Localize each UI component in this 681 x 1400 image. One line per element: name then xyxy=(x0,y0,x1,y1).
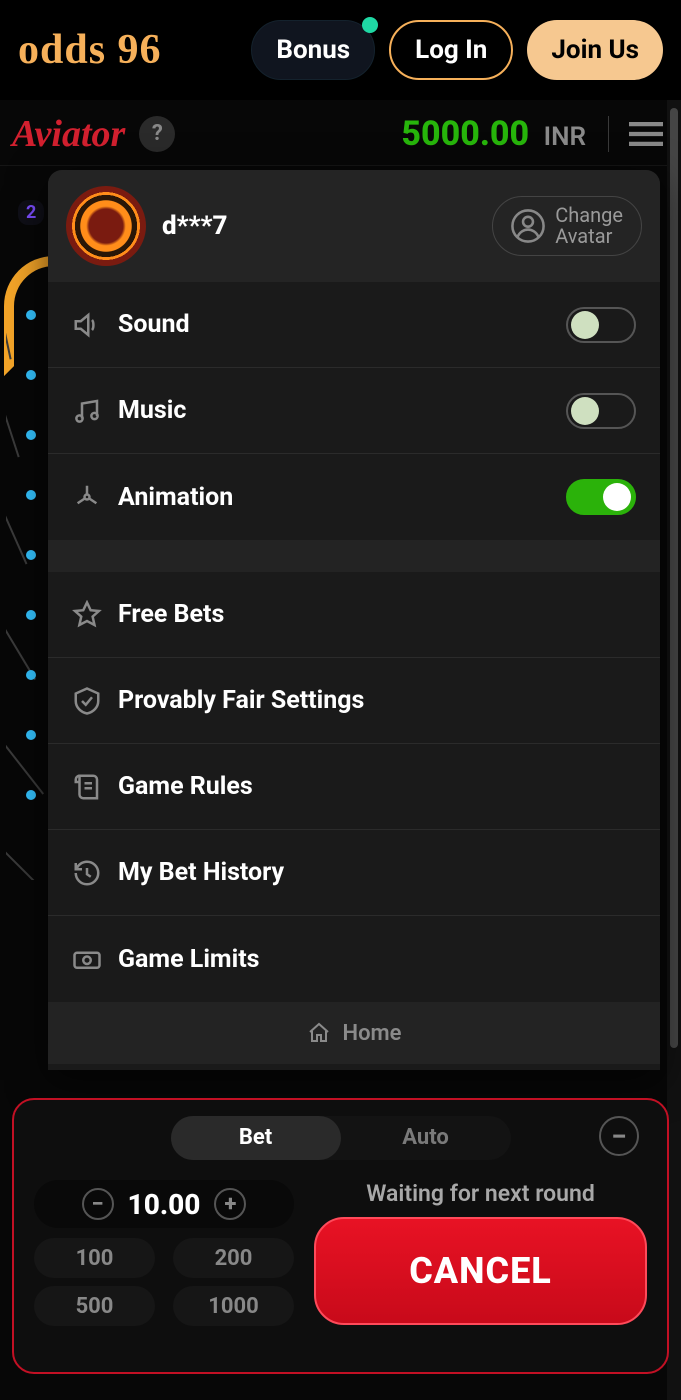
settings-section: Sound Music Animation xyxy=(48,282,660,540)
decrease-button[interactable]: − xyxy=(82,1188,114,1220)
home-button[interactable]: Home xyxy=(48,1002,660,1064)
music-icon xyxy=(72,396,102,426)
game-limits-item[interactable]: Game Limits xyxy=(48,916,660,1002)
history-icon xyxy=(72,858,102,888)
site-topbar: odds 96 Bonus Log In Join Us xyxy=(0,0,681,100)
history-chips: 2 xyxy=(18,200,44,225)
background-dots xyxy=(26,310,36,800)
section-divider xyxy=(48,540,660,572)
waiting-text: Waiting for next round xyxy=(366,1180,595,1207)
quick-amounts: 100 200 500 1000 xyxy=(34,1238,294,1326)
provably-fair-item[interactable]: Provably Fair Settings xyxy=(48,658,660,744)
sound-label: Sound xyxy=(118,310,190,339)
join-button[interactable]: Join Us xyxy=(527,20,663,80)
login-button[interactable]: Log In xyxy=(389,20,513,80)
balance-currency: INR xyxy=(544,122,586,152)
site-logo: odds 96 xyxy=(18,26,237,74)
quick-500[interactable]: 500 xyxy=(34,1286,155,1326)
collapse-button[interactable]: − xyxy=(599,1116,639,1156)
avatar xyxy=(66,186,146,266)
auto-tab[interactable]: Auto xyxy=(341,1116,511,1160)
home-label: Home xyxy=(343,1021,402,1046)
music-toggle[interactable] xyxy=(566,393,636,429)
scrollbar[interactable] xyxy=(667,100,681,1400)
change-avatar-line2: Avatar xyxy=(555,226,623,247)
music-label: Music xyxy=(118,396,186,425)
hamburger-menu-button[interactable] xyxy=(608,116,663,152)
quick-1000[interactable]: 1000 xyxy=(173,1286,294,1326)
bonus-button[interactable]: Bonus xyxy=(251,20,375,80)
sound-toggle[interactable] xyxy=(566,307,636,343)
bet-panel: Bet Auto − − 10.00 + 100 200 500 1000 Wa… xyxy=(12,1098,669,1374)
quick-200[interactable]: 200 xyxy=(173,1238,294,1278)
change-avatar-button[interactable]: Change Avatar xyxy=(492,196,642,256)
cash-icon xyxy=(72,944,102,974)
game-header: Aviator ? 5000.00 INR xyxy=(0,100,681,166)
menu-section: Free Bets Provably Fair Settings Game Ru… xyxy=(48,572,660,1002)
game-rules-item[interactable]: Game Rules xyxy=(48,744,660,830)
bet-amount-controls: − 10.00 + 100 200 500 1000 xyxy=(34,1180,294,1326)
hamburger-icon xyxy=(629,121,663,147)
bet-amount: 10.00 xyxy=(128,1188,201,1221)
music-row: Music xyxy=(48,368,660,454)
animation-toggle[interactable] xyxy=(566,479,636,515)
balance-amount: 5000.00 xyxy=(401,114,529,154)
game-area: Aviator ? 5000.00 INR 2 d***7 xyxy=(0,100,681,1400)
sound-icon xyxy=(72,310,102,340)
bet-history-label: My Bet History xyxy=(118,858,284,887)
game-limits-label: Game Limits xyxy=(118,945,260,974)
person-icon xyxy=(511,209,545,243)
history-chip: 2 xyxy=(18,200,44,225)
bet-history-item[interactable]: My Bet History xyxy=(48,830,660,916)
provably-fair-label: Provably Fair Settings xyxy=(118,686,364,715)
scrollbar-thumb[interactable] xyxy=(670,108,678,1048)
bet-action: Waiting for next round CANCEL xyxy=(314,1180,647,1325)
animation-label: Animation xyxy=(118,483,233,512)
sound-row: Sound xyxy=(48,282,660,368)
bet-tab[interactable]: Bet xyxy=(171,1116,341,1160)
shield-icon xyxy=(72,686,102,716)
home-icon xyxy=(307,1021,331,1045)
help-icon[interactable]: ? xyxy=(139,116,175,152)
game-title: Aviator xyxy=(12,112,125,156)
cancel-button[interactable]: CANCEL xyxy=(314,1217,647,1325)
menu-overlay: d***7 Change Avatar Sound Music xyxy=(48,170,660,1070)
scroll-icon xyxy=(72,772,102,802)
animation-row: Animation xyxy=(48,454,660,540)
free-bets-item[interactable]: Free Bets xyxy=(48,572,660,658)
amount-stepper: − 10.00 + xyxy=(34,1180,294,1228)
star-icon xyxy=(72,600,102,630)
change-avatar-line1: Change xyxy=(555,205,623,226)
bet-tabs: Bet Auto xyxy=(171,1116,511,1160)
animation-icon xyxy=(72,482,102,512)
username: d***7 xyxy=(162,211,228,241)
game-rules-label: Game Rules xyxy=(118,772,253,801)
balance-value: 5000.00 INR xyxy=(401,114,586,154)
overlay-header: d***7 Change Avatar xyxy=(48,170,660,282)
free-bets-label: Free Bets xyxy=(118,600,224,629)
quick-100[interactable]: 100 xyxy=(34,1238,155,1278)
increase-button[interactable]: + xyxy=(214,1188,246,1220)
